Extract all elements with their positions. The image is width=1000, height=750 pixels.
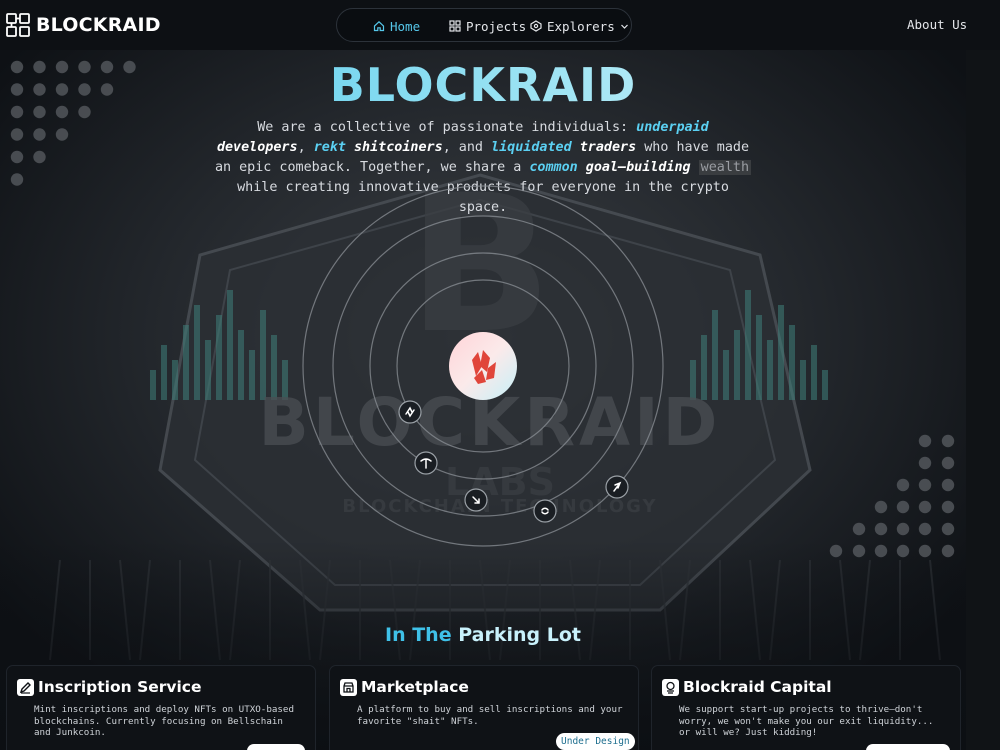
nav-home[interactable]: Home bbox=[373, 9, 420, 43]
section-title: In The Parking Lot bbox=[385, 624, 581, 646]
decor-bar bbox=[723, 350, 729, 400]
network-icon bbox=[530, 20, 542, 32]
decor-dot bbox=[896, 522, 910, 536]
nav-home-label: Home bbox=[390, 18, 421, 34]
main-nav: Home Projects Explorers bbox=[336, 8, 632, 42]
about-us-link[interactable]: About Us bbox=[907, 17, 967, 32]
card-title: Blockraid Capital bbox=[683, 678, 832, 696]
pickaxe-icon[interactable] bbox=[414, 451, 438, 475]
decor-bar bbox=[734, 330, 740, 400]
sync-icon[interactable] bbox=[398, 400, 422, 424]
store-icon bbox=[340, 678, 357, 696]
highlight-wealth: wealth bbox=[698, 160, 752, 175]
nav-projects[interactable]: Projects bbox=[449, 9, 526, 43]
crystal-logo-icon[interactable] bbox=[449, 332, 517, 400]
rocket-icon[interactable] bbox=[605, 475, 629, 499]
decor-bar bbox=[789, 325, 795, 400]
decor-dot bbox=[918, 456, 932, 470]
decor-dot bbox=[918, 544, 932, 558]
decor-bar bbox=[172, 360, 178, 400]
status-badge: Under Design bbox=[556, 733, 635, 750]
decor-dot bbox=[941, 500, 955, 514]
decor-bar bbox=[194, 305, 200, 400]
decor-dot bbox=[941, 544, 955, 558]
brand-name: BLOCKRAID bbox=[36, 14, 161, 36]
decor-dot bbox=[941, 478, 955, 492]
card-title: Marketplace bbox=[361, 678, 469, 696]
decor-dot bbox=[918, 434, 932, 448]
decor-bar bbox=[811, 345, 817, 400]
grid-icon bbox=[449, 20, 461, 32]
decor-dot bbox=[874, 544, 888, 558]
decor-bar bbox=[227, 290, 233, 400]
card-description: We support start-up projects to thrive—d… bbox=[679, 704, 934, 738]
decor-bar bbox=[822, 370, 828, 400]
decor-bar bbox=[205, 340, 211, 400]
arrow-down-right-icon[interactable] bbox=[464, 488, 488, 512]
brand-logo[interactable]: BLOCKRAID bbox=[6, 12, 161, 38]
decor-dot bbox=[918, 522, 932, 536]
decor-dot bbox=[10, 150, 24, 164]
decor-dot bbox=[33, 150, 46, 164]
card-marketplace[interactable]: Marketplace A platform to buy and sell i… bbox=[329, 665, 639, 750]
nav-explorers[interactable]: Explorers bbox=[530, 9, 629, 43]
decor-dot bbox=[852, 522, 866, 536]
decor-dot bbox=[829, 544, 843, 558]
card-title: Inscription Service bbox=[38, 678, 202, 696]
home-icon bbox=[373, 20, 385, 32]
decor-bar bbox=[249, 350, 255, 400]
nav-explorers-label: Explorers bbox=[547, 18, 615, 34]
decor-bar bbox=[238, 330, 244, 400]
decor-dot bbox=[941, 456, 955, 470]
decor-bar bbox=[183, 325, 189, 400]
decor-bar bbox=[216, 315, 222, 400]
card-description: A platform to buy and sell inscriptions … bbox=[357, 704, 623, 727]
decor-dot bbox=[941, 522, 955, 536]
card-description: Mint inscriptions and deploy NFTs on UTX… bbox=[34, 704, 294, 738]
blocks-logo-icon bbox=[6, 13, 30, 37]
decor-dot bbox=[874, 500, 888, 514]
decor-dot bbox=[10, 128, 24, 141]
decor-dot bbox=[10, 173, 24, 186]
decor-bar bbox=[756, 315, 762, 400]
page-scrollbar[interactable] bbox=[966, 50, 1000, 750]
hero-description: We are a collective of passionate indivi… bbox=[214, 120, 752, 215]
chevron-down-icon bbox=[620, 24, 628, 29]
decor-dot bbox=[852, 544, 866, 558]
decor-dot bbox=[896, 544, 910, 558]
decor-bar bbox=[161, 345, 167, 400]
card-action-button[interactable] bbox=[247, 744, 305, 750]
orbit-graphic bbox=[302, 185, 664, 547]
decor-dot bbox=[33, 128, 46, 141]
decor-bar bbox=[745, 290, 751, 400]
refresh-circle-icon[interactable] bbox=[533, 499, 557, 523]
top-navbar: BLOCKRAID Home Projects Explorers About … bbox=[0, 0, 1000, 50]
coins-icon bbox=[662, 678, 679, 696]
nav-projects-label: Projects bbox=[466, 18, 527, 34]
decor-dot bbox=[918, 500, 932, 514]
card-blockraid-capital[interactable]: Blockraid Capital We support start-up pr… bbox=[651, 665, 961, 750]
decor-dot bbox=[918, 478, 932, 492]
decor-bar bbox=[800, 360, 806, 400]
decor-dot bbox=[874, 522, 888, 536]
decor-dot bbox=[896, 500, 910, 514]
decor-dot bbox=[55, 128, 69, 141]
card-inscription-service[interactable]: Inscription Service Mint inscriptions an… bbox=[6, 665, 316, 750]
pen-icon bbox=[17, 678, 34, 696]
decor-dot bbox=[896, 478, 910, 492]
decor-bar bbox=[767, 340, 773, 400]
decor-bar bbox=[778, 305, 784, 400]
decor-dot bbox=[941, 434, 955, 448]
decor-bar bbox=[150, 370, 156, 400]
card-action-button[interactable] bbox=[866, 744, 950, 750]
hero-title: BLOCKRAID bbox=[0, 58, 966, 112]
